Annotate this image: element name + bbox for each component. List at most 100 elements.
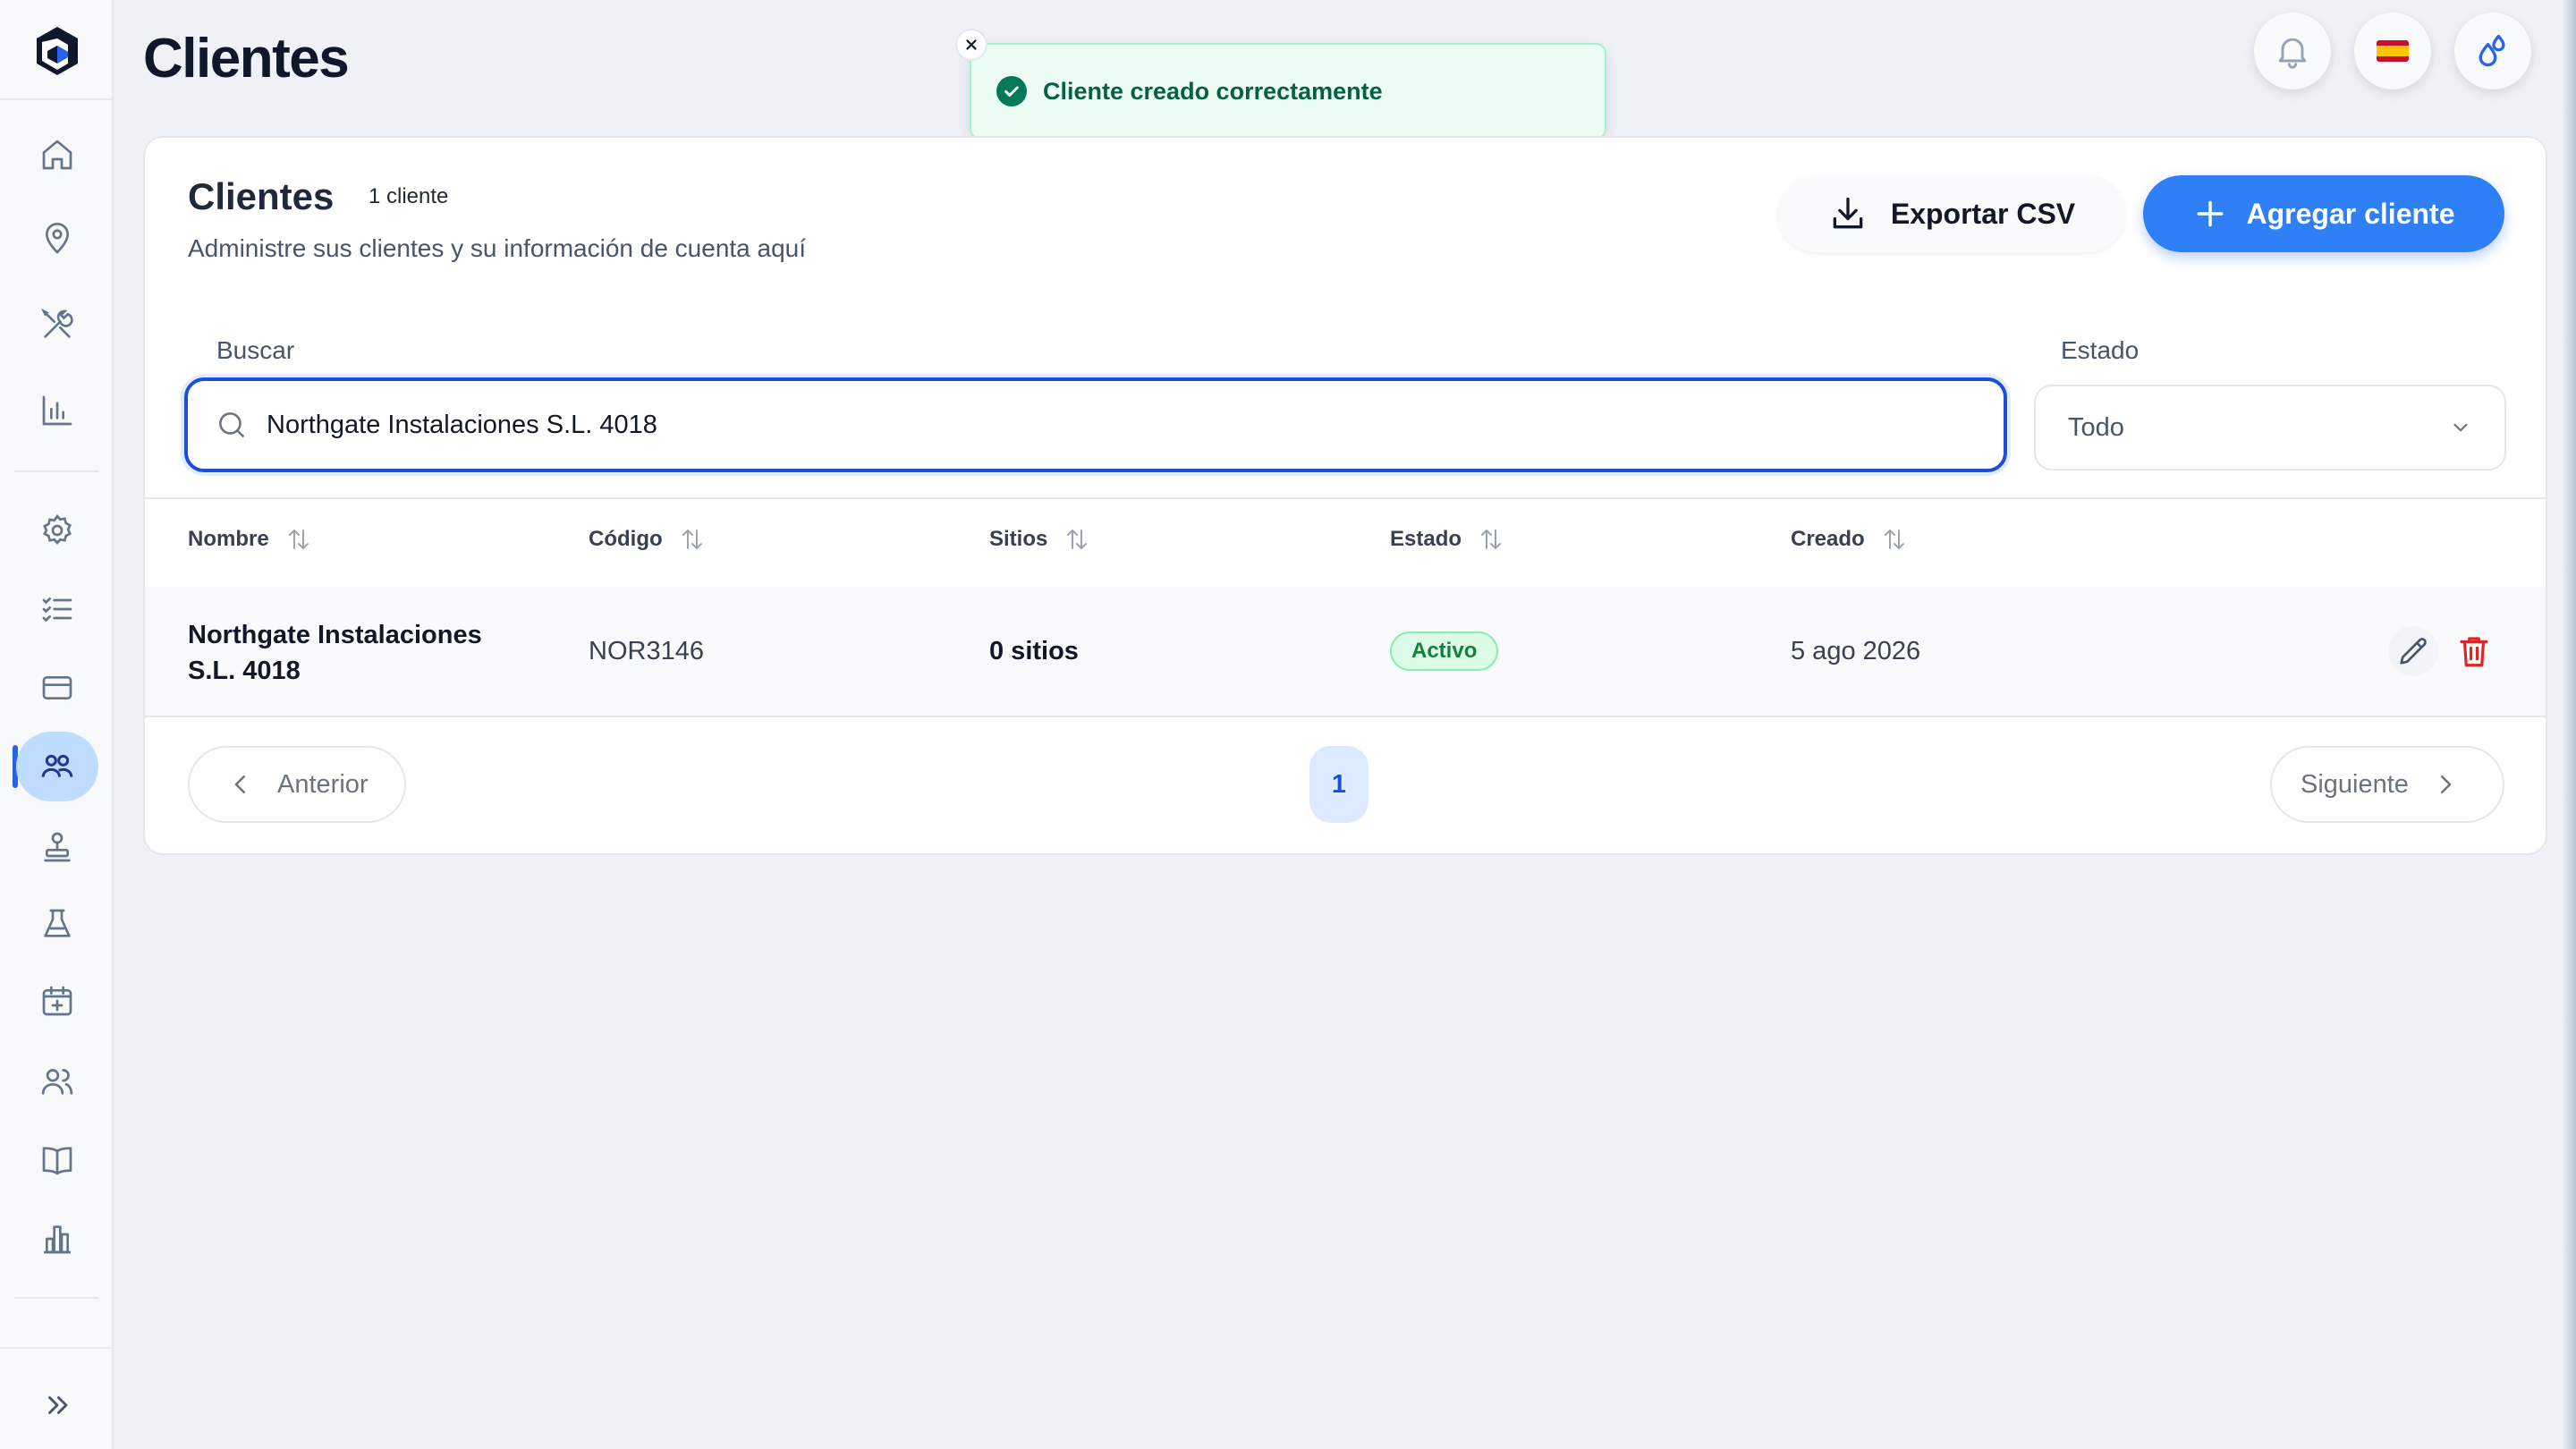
toast-message: Cliente creado correctamente — [1043, 77, 1383, 105]
sidebar-item-lab[interactable] — [16, 889, 98, 959]
previous-page-label: Anterior — [277, 769, 369, 799]
next-page-button[interactable]: Siguiente — [2270, 746, 2504, 823]
search-input[interactable] — [267, 410, 1877, 440]
add-client-button[interactable]: Agregar cliente — [2143, 175, 2504, 252]
add-client-label: Agregar cliente — [2246, 197, 2455, 230]
column-header-created[interactable]: Creado — [1791, 526, 1908, 553]
sidebar-item-clients[interactable] — [16, 732, 98, 801]
sidebar-item-home[interactable] — [16, 120, 98, 190]
status-select-value: Todo — [2068, 412, 2124, 442]
column-header-sites[interactable]: Sitios — [989, 526, 1090, 553]
sidebar-item-calendar[interactable] — [16, 966, 98, 1036]
client-code-cell: NOR3146 — [589, 637, 704, 665]
spain-flag-icon — [2377, 40, 2409, 62]
check-circle-icon — [996, 76, 1027, 106]
close-icon — [966, 39, 977, 50]
sort-icon — [682, 530, 702, 549]
search-label: Buscar — [216, 336, 295, 364]
credit-card-icon — [42, 676, 72, 699]
search-icon — [219, 412, 244, 437]
chevron-left-icon — [234, 775, 245, 793]
tools-icon — [41, 309, 73, 338]
search-field[interactable] — [184, 377, 2007, 472]
clients-icon — [41, 754, 73, 777]
client-count: 1 cliente — [369, 184, 449, 208]
flask-icon — [44, 909, 71, 937]
sidebar-collapse-button[interactable] — [16, 1376, 98, 1435]
column-label: Creado — [1791, 527, 1865, 551]
sidebar-item-docs[interactable] — [16, 1125, 98, 1195]
export-csv-label: Exportar CSV — [1890, 197, 2076, 230]
book-icon — [42, 1147, 72, 1175]
sidebar — [0, 0, 114, 1449]
users-icon — [41, 1069, 73, 1095]
language-button[interactable] — [2354, 13, 2431, 89]
client-sites-cell: 0 sitios — [989, 637, 1079, 665]
clients-card: Clientes 1 cliente Administre sus client… — [143, 136, 2547, 855]
theme-button[interactable] — [2454, 13, 2531, 89]
table-divider — [145, 716, 2546, 717]
sidebar-item-users[interactable] — [16, 1046, 98, 1116]
stamp-icon — [44, 832, 71, 862]
page-number-button[interactable]: 1 — [1309, 746, 1368, 823]
column-header-name[interactable]: Nombre — [188, 526, 312, 553]
sidebar-item-locations[interactable] — [16, 204, 98, 274]
status-select[interactable]: Todo — [2034, 385, 2506, 470]
page-title: Clientes — [143, 28, 350, 89]
sidebar-item-stats[interactable] — [16, 376, 98, 445]
sidebar-divider — [0, 98, 112, 100]
chevron-right-icon — [2440, 775, 2452, 793]
sidebar-item-tools[interactable] — [16, 290, 98, 360]
plus-icon — [2197, 200, 2223, 227]
column-label: Nombre — [188, 527, 269, 551]
delete-client-button[interactable] — [2449, 626, 2499, 676]
pencil-icon — [2400, 638, 2427, 665]
sidebar-item-billing[interactable] — [16, 653, 98, 723]
download-icon — [1833, 197, 1863, 229]
sidebar-item-stamp[interactable] — [16, 812, 98, 882]
sidebar-item-settings[interactable] — [16, 496, 98, 565]
sidebar-divider — [0, 1347, 112, 1349]
sort-icon — [1884, 530, 1904, 549]
status-badge: Activo — [1390, 631, 1499, 671]
water-drops-icon — [2479, 34, 2505, 67]
column-label: Código — [589, 527, 663, 551]
success-toast: Cliente creado correctamente — [955, 29, 1606, 140]
previous-page-button[interactable]: Anterior — [188, 746, 406, 823]
bar-chart-icon — [42, 395, 72, 426]
bell-icon — [2278, 38, 2307, 69]
export-csv-button[interactable]: Exportar CSV — [1778, 175, 2125, 252]
calendar-plus-icon — [42, 986, 72, 1016]
column-header-status[interactable]: Estado — [1390, 526, 1504, 553]
sort-icon — [288, 530, 309, 549]
table-divider — [145, 497, 2546, 499]
card-subtitle: Administre sus clientes y su información… — [188, 234, 807, 262]
edit-client-button[interactable] — [2388, 626, 2438, 676]
column-label: Sitios — [989, 527, 1048, 551]
sidebar-item-tasks[interactable] — [16, 574, 98, 644]
client-created-cell: 5 ago 2026 — [1791, 637, 1921, 665]
card-title: Clientes — [188, 175, 335, 217]
column-header-code[interactable]: Código — [589, 526, 706, 553]
checklist-icon — [42, 597, 72, 623]
notifications-button[interactable] — [2254, 13, 2331, 89]
sort-icon — [1481, 530, 1502, 549]
toast-close-button[interactable] — [955, 29, 987, 61]
sidebar-divider — [14, 470, 98, 472]
trash-icon — [2460, 637, 2488, 667]
client-name-line: S.L. 4018 — [188, 657, 301, 685]
client-name-cell[interactable]: Northgate Instalaciones S.L. 4018 — [188, 617, 564, 689]
sidebar-item-reports[interactable] — [16, 1204, 98, 1274]
app-logo[interactable] — [34, 25, 80, 77]
map-pin-icon — [45, 223, 70, 254]
building-chart-icon — [44, 1225, 71, 1254]
sort-icon — [1067, 530, 1088, 549]
chevron-down-icon — [2453, 423, 2468, 432]
client-name-line: Northgate Instalaciones — [188, 621, 482, 649]
double-chevron-right-icon — [48, 1396, 68, 1414]
settings-icon — [43, 514, 72, 545]
next-page-label: Siguiente — [2301, 769, 2409, 799]
home-icon — [42, 140, 72, 170]
status-filter-label: Estado — [2061, 336, 2140, 364]
scroll-shadow — [2562, 0, 2576, 1449]
